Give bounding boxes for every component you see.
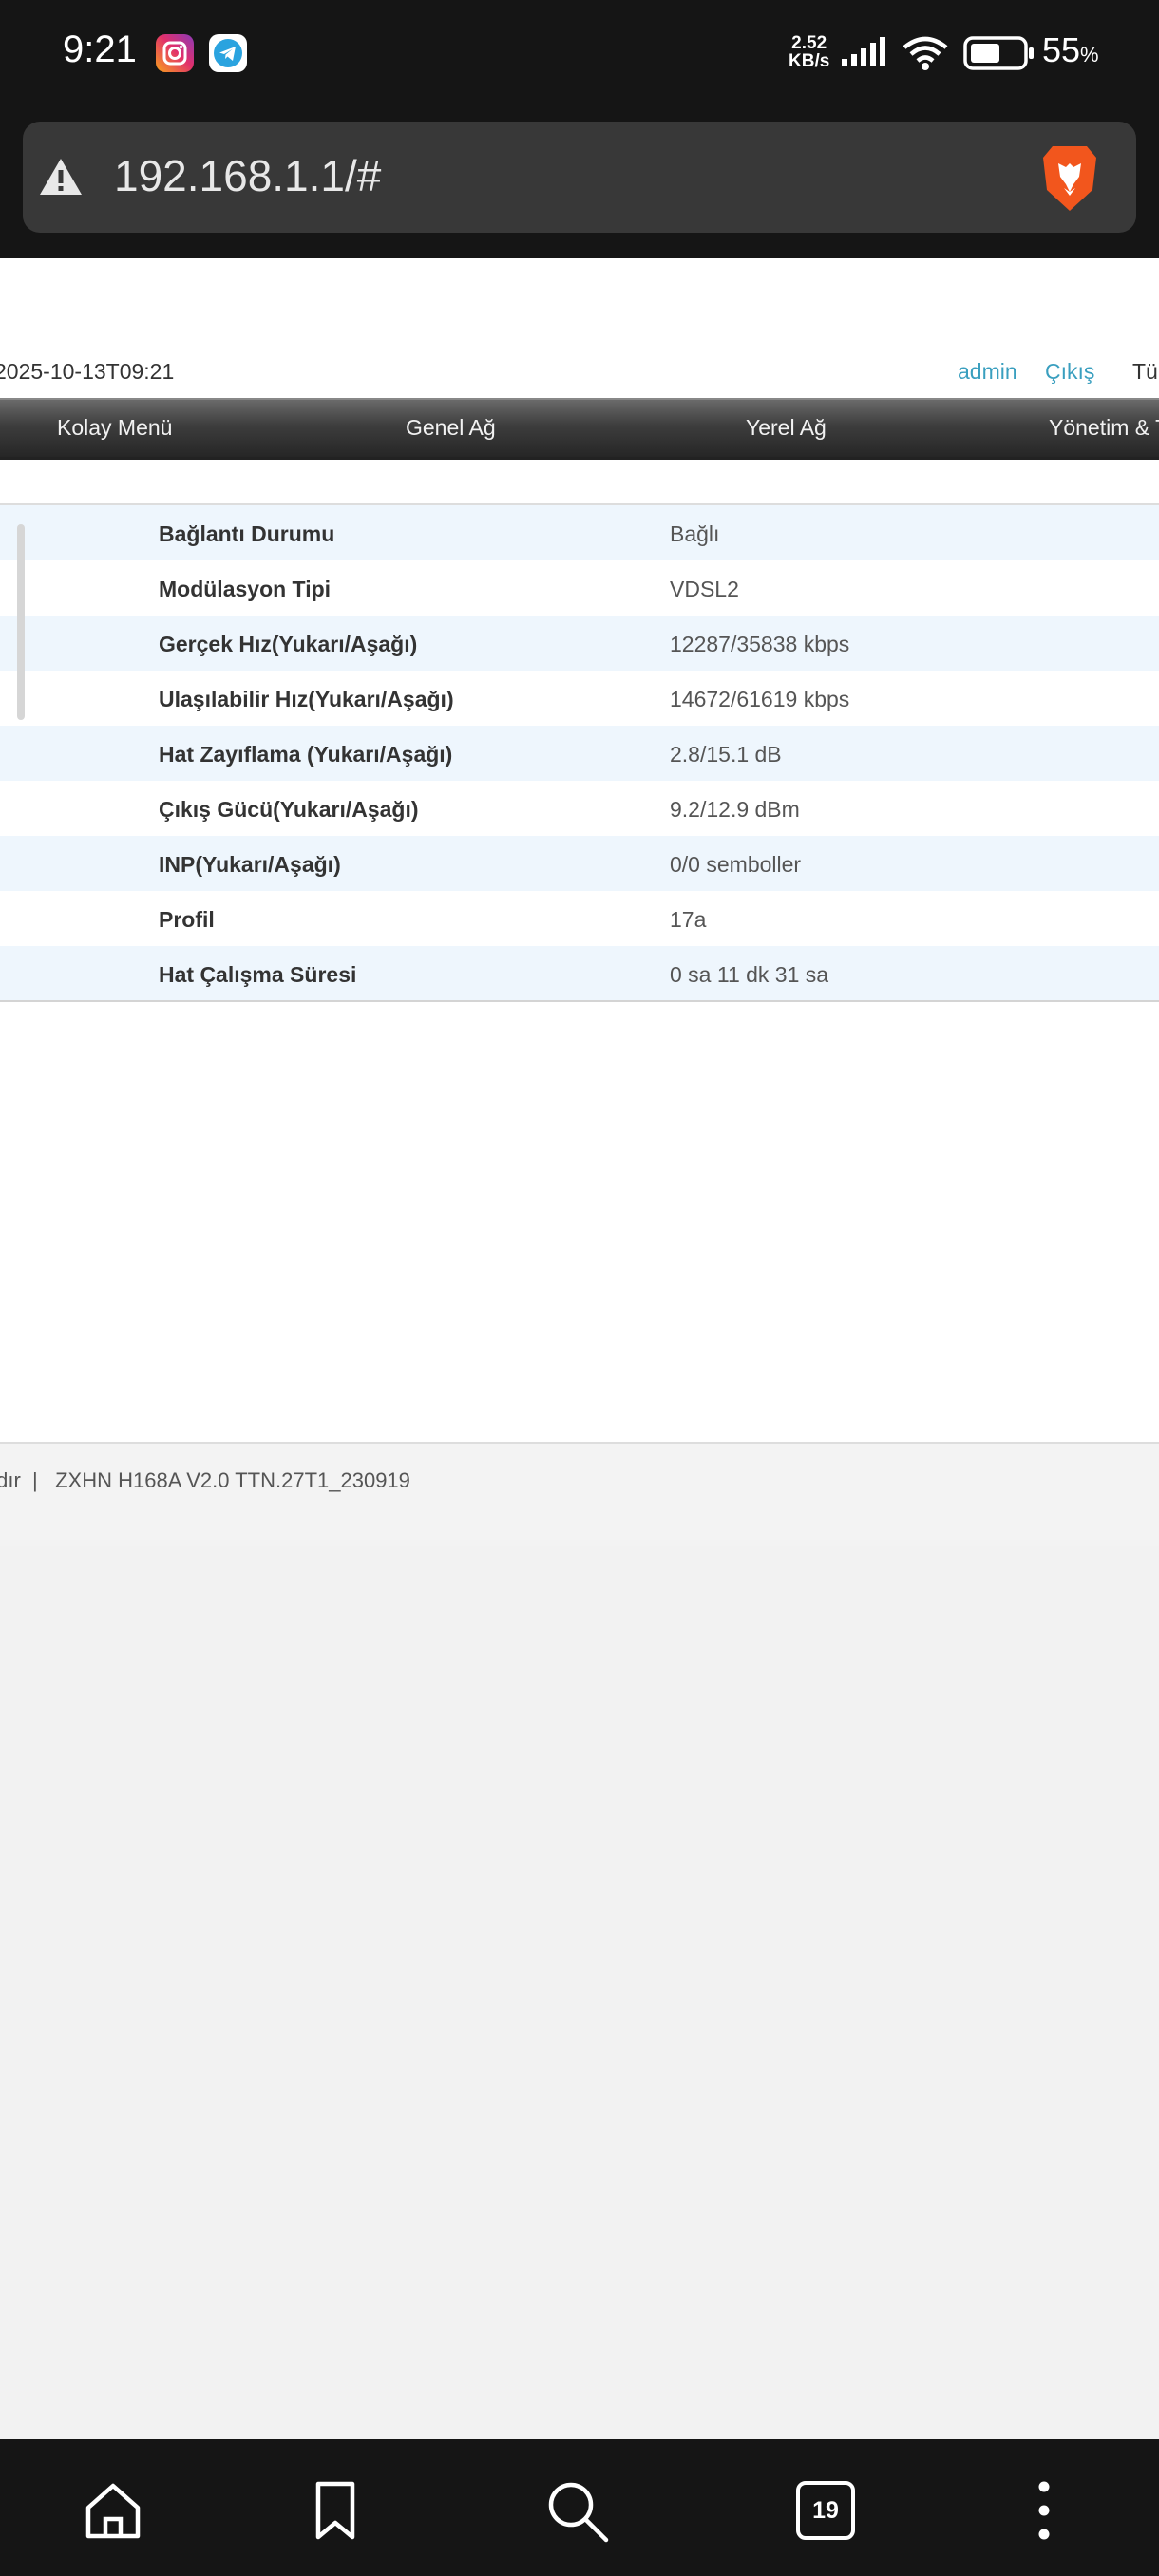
language-link[interactable]: Tü xyxy=(1132,359,1158,385)
table-row: Gerçek Hız(Yukarı/Aşağı) 12287/35838 kbp… xyxy=(0,616,1159,671)
row-label: Ulaşılabilir Hız(Yukarı/Aşağı) xyxy=(159,687,454,711)
status-bar: 9:21 2.52 KB/s 55% xyxy=(0,0,1159,109)
address-bar[interactable]: 192.168.1.1/# xyxy=(23,122,1136,233)
network-speed: 2.52 KB/s xyxy=(788,33,830,71)
warning-icon[interactable] xyxy=(38,156,84,198)
main-nav: Kolay Menü Genel Ağ Yerel Ağ Yönetim & T xyxy=(0,398,1159,460)
table-row: Bağlantı Durumu Bağlı xyxy=(0,505,1159,560)
row-label: Çıkış Gücü(Yukarı/Aşağı) xyxy=(159,797,419,822)
signal-icon xyxy=(842,37,885,66)
bookmark-icon[interactable] xyxy=(302,2477,369,2544)
row-value: 9.2/12.9 dBm xyxy=(670,797,800,822)
row-value: 14672/61619 kbps xyxy=(670,687,850,711)
search-icon[interactable] xyxy=(543,2477,610,2544)
table-row: Profil 17a xyxy=(0,891,1159,946)
more-icon[interactable] xyxy=(1011,2477,1077,2544)
home-icon[interactable] xyxy=(80,2477,146,2544)
scrollbar[interactable] xyxy=(17,524,25,720)
nav-genel-ag[interactable]: Genel Ağ xyxy=(406,415,496,441)
browser-bottom-bar: 19 xyxy=(0,2439,1159,2576)
footer: ıdır | ZXHN H168A V2.0 TTN.27T1_230919 xyxy=(0,1444,1159,1546)
router-page: 2025-10-13T09:21 admin Çıkış Tü Kolay Me… xyxy=(0,258,1159,1546)
table-row: Ulaşılabilir Hız(Yukarı/Aşağı) 14672/616… xyxy=(0,671,1159,726)
tabs-button[interactable]: 19 xyxy=(796,2481,855,2540)
telegram-icon xyxy=(209,34,247,72)
nav-yonetim[interactable]: Yönetim & T xyxy=(1049,415,1159,441)
row-label: Profil xyxy=(159,907,215,932)
table-row: Hat Çalışma Süresi 0 sa 11 dk 31 sa xyxy=(0,946,1159,1001)
dsl-status-table: Bağlantı Durumu Bağlı Modülasyon Tipi VD… xyxy=(0,505,1159,1001)
battery-percent: 55% xyxy=(1042,30,1099,69)
row-label: Gerçek Hız(Yukarı/Aşağı) xyxy=(159,632,418,656)
nav-kolay-menu[interactable]: Kolay Menü xyxy=(57,415,172,441)
logout-link[interactable]: Çıkış xyxy=(1045,359,1094,385)
row-value: 0/0 semboller xyxy=(670,852,802,877)
row-label: Hat Zayıflama (Yukarı/Aşağı) xyxy=(159,742,453,767)
row-value: Bağlı xyxy=(670,521,720,546)
table-row: INP(Yukarı/Aşağı) 0/0 semboller xyxy=(0,836,1159,891)
url-text[interactable]: 192.168.1.1/# xyxy=(114,150,381,201)
row-label: INP(Yukarı/Aşağı) xyxy=(159,852,341,877)
row-value: 12287/35838 kbps xyxy=(670,632,850,656)
browser-toolbar: 192.168.1.1/# xyxy=(0,109,1159,258)
battery-icon xyxy=(963,36,1034,70)
admin-link[interactable]: admin xyxy=(958,359,1017,385)
instagram-icon xyxy=(156,34,194,72)
table-row: Hat Zayıflama (Yukarı/Aşağı) 2.8/15.1 dB xyxy=(0,726,1159,781)
table-row: Çıkış Gücü(Yukarı/Aşağı) 9.2/12.9 dBm xyxy=(0,781,1159,836)
nav-yerel-ag[interactable]: Yerel Ağ xyxy=(746,415,826,441)
row-value: 0 sa 11 dk 31 sa xyxy=(670,962,829,987)
wifi-icon xyxy=(902,36,948,70)
table-row: Modülasyon Tipi VDSL2 xyxy=(0,560,1159,616)
row-value: 17a xyxy=(670,907,707,932)
row-label: Modülasyon Tipi xyxy=(159,577,332,601)
brave-shield-icon[interactable] xyxy=(1036,142,1104,215)
status-time: 9:21 xyxy=(63,28,137,70)
row-label: Hat Çalışma Süresi xyxy=(159,962,357,987)
row-value: VDSL2 xyxy=(670,577,739,601)
firmware-version: ZXHN H168A V2.0 TTN.27T1_230919 xyxy=(55,1468,410,1492)
datetime: 2025-10-13T09:21 xyxy=(0,359,175,384)
row-label: Bağlantı Durumu xyxy=(159,521,335,546)
footer-text: ıdır | ZXHN H168A V2.0 TTN.27T1_230919 xyxy=(0,1468,410,1492)
divider xyxy=(0,1000,1159,1002)
row-value: 2.8/15.1 dB xyxy=(670,742,782,767)
